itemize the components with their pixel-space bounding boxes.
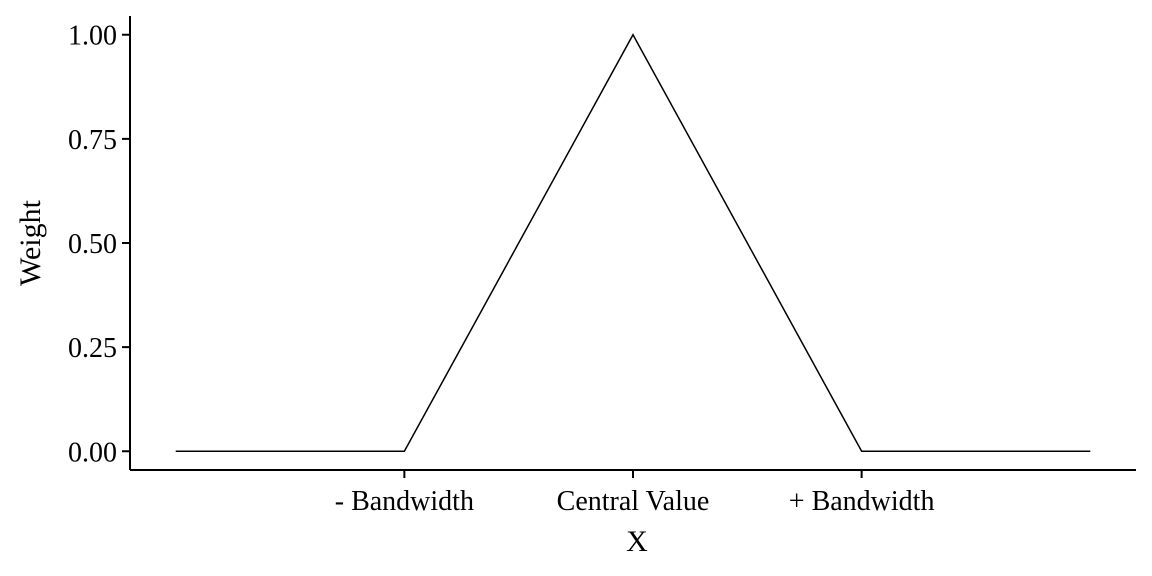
y-axis-ticks: 0.00 0.25 0.50 0.75 1.00 [68,21,130,468]
y-tick-label: 0.50 [68,229,117,260]
y-axis-title: Weight [14,199,47,286]
x-tick-label: Central Value [557,486,710,517]
y-tick-label: 0.00 [68,437,117,468]
weight-series-line [175,33,1091,453]
x-axis-ticks: - Bandwidth Central Value + Bandwidth [335,470,935,517]
x-axis-title: X [626,525,648,558]
y-tick-label: 0.25 [68,333,117,364]
y-tick-label: 0.75 [68,125,117,156]
x-tick-label: + Bandwidth [789,486,935,517]
x-tick-label: - Bandwidth [335,486,474,517]
weight-chart: 0.00 0.25 0.50 0.75 1.00 - Bandwidth Central … [14,16,1136,558]
y-tick-label: 1.00 [68,21,117,52]
